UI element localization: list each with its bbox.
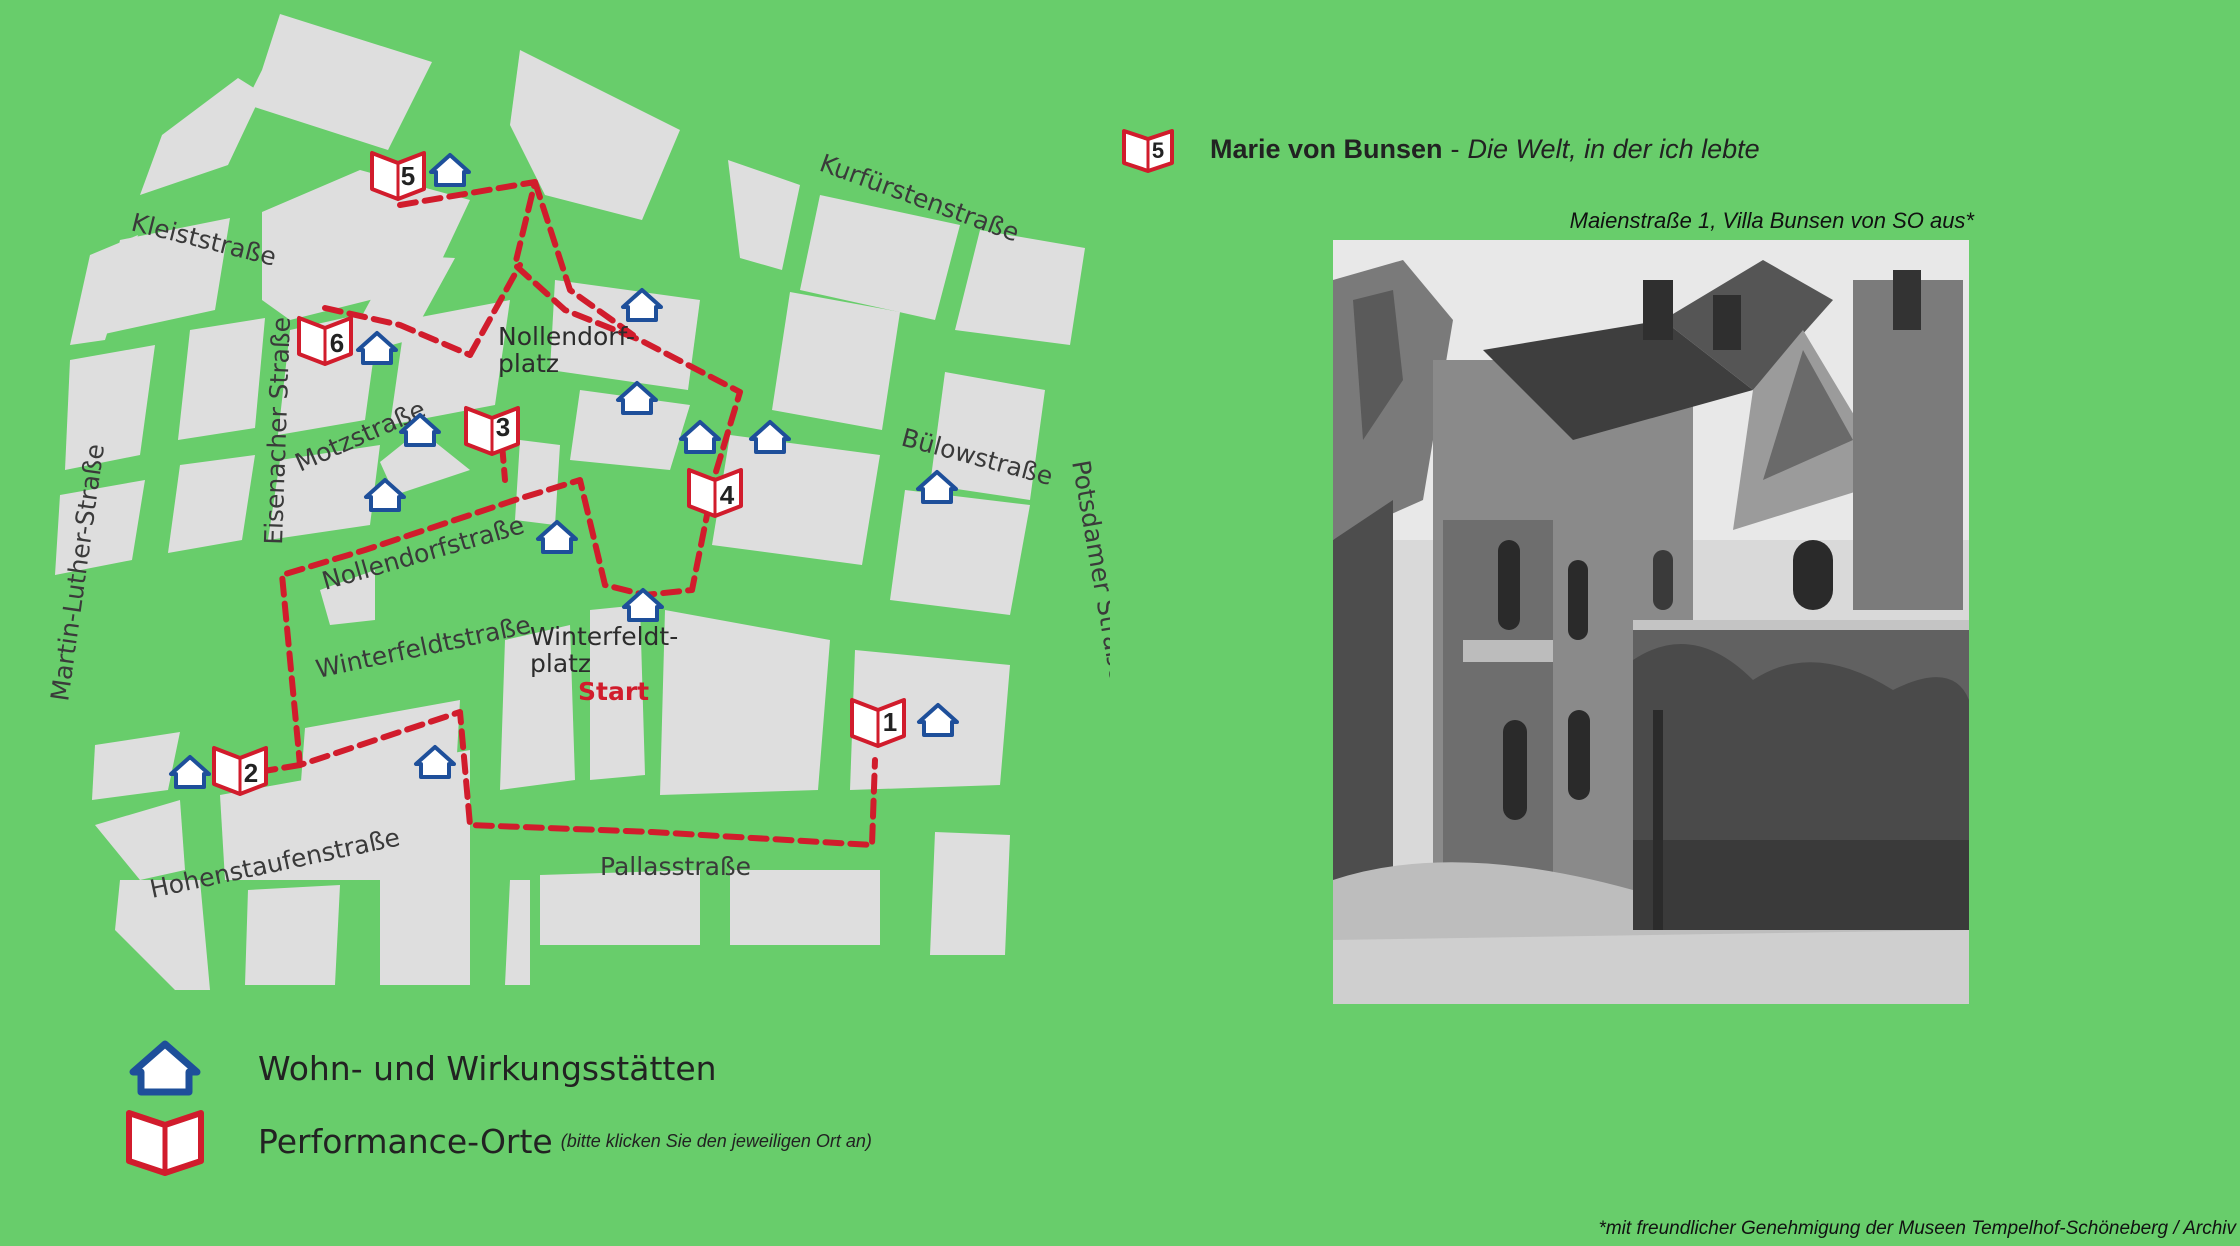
residence-house-icon[interactable] bbox=[679, 420, 721, 454]
residence-house-icon[interactable] bbox=[616, 381, 658, 415]
performance-site-3-icon[interactable]: 3 bbox=[464, 406, 520, 456]
svg-text:5: 5 bbox=[1152, 138, 1164, 163]
performance-site-4-icon[interactable]: 4 bbox=[687, 468, 743, 518]
photo-credit: *mit freundlicher Genehmigung der Museen… bbox=[1598, 1218, 2236, 1239]
svg-text:5: 5 bbox=[401, 161, 415, 191]
selected-site-heading: 5 Marie von Bunsen - Die Welt, in der ic… bbox=[1120, 124, 1760, 174]
residence-house-icon[interactable] bbox=[749, 420, 791, 454]
label-winterfeldtplatz-line2: platz bbox=[530, 649, 591, 678]
label-nollendorfplatz-line2: platz bbox=[498, 349, 559, 378]
heading-separator: - bbox=[1450, 133, 1460, 164]
residence-house-icon[interactable] bbox=[169, 755, 211, 789]
label-martin-luther-strasse: Martin-Luther-Straße bbox=[45, 442, 110, 703]
svg-text:4: 4 bbox=[720, 480, 735, 510]
performance-site-5-icon[interactable]: 5 bbox=[370, 151, 426, 201]
legend-performance: Performance-Orte (bitte klicken Sie den … bbox=[120, 1106, 872, 1176]
legend-performance-label: Performance-Orte bbox=[258, 1121, 553, 1161]
work-title: Die Welt, in der ich lebte bbox=[1467, 133, 1760, 164]
label-nollendorfplatz-line1: Nollendorf- bbox=[498, 322, 635, 351]
label-start: Start bbox=[578, 677, 649, 706]
label-winterfeldtplatz-line1: Winterfeldt- bbox=[530, 622, 678, 651]
open-book-icon bbox=[126, 1110, 204, 1176]
svg-text:2: 2 bbox=[244, 758, 258, 788]
author-name: Marie von Bunsen bbox=[1210, 133, 1443, 164]
svg-text:1: 1 bbox=[883, 707, 897, 737]
label-pallasstrasse: Pallasstraße bbox=[600, 852, 751, 881]
svg-text:3: 3 bbox=[496, 412, 510, 442]
residence-house-icon[interactable] bbox=[429, 153, 471, 187]
legend-residence-label: Wohn- und Wirkungsstätten bbox=[258, 1048, 717, 1088]
label-potsdamer-strasse: Potsdamer Straße bbox=[1066, 458, 1110, 683]
svg-text:6: 6 bbox=[330, 328, 344, 358]
house-icon bbox=[129, 1040, 201, 1096]
performance-site-2-icon[interactable]: 2 bbox=[212, 746, 268, 796]
neighborhood-map: Kleiststraße Kurfürstenstraße Motzstraße… bbox=[45, 14, 1110, 990]
residence-house-icon[interactable] bbox=[536, 520, 578, 554]
performance-site-5-icon: 5 bbox=[1122, 129, 1174, 173]
villa-photo bbox=[1333, 240, 1969, 1004]
legend-residence: Wohn- und Wirkungsstätten bbox=[120, 1038, 717, 1098]
photo-caption: Maienstraße 1, Villa Bunsen von SO aus* bbox=[1569, 208, 1974, 233]
legend-performance-note: (bitte klicken Sie den jeweiligen Ort an… bbox=[560, 1130, 872, 1151]
